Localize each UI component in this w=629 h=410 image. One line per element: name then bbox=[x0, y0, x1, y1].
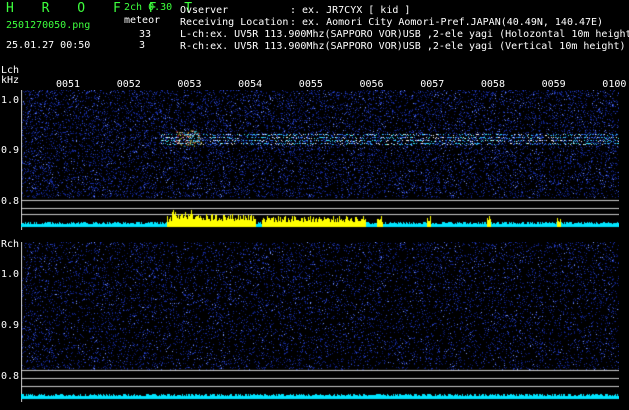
time-tick-0058: 0058 bbox=[480, 79, 505, 90]
time-tick-0053: 0053 bbox=[177, 79, 202, 90]
rch-meteor-count: 3 bbox=[139, 40, 146, 51]
rch-description: R-ch:ex. UV5R 113.900Mhz(SAPPORO VOR)USB… bbox=[180, 41, 626, 52]
time-tick-0059: 0059 bbox=[541, 79, 566, 90]
lch-unit: kHz bbox=[1, 75, 20, 86]
app-brand: H R O F F T bbox=[6, 1, 203, 16]
rch-tick-0-9: 0.9 bbox=[1, 320, 20, 331]
time-tick-0057: 0057 bbox=[420, 79, 445, 90]
location-label: Receiving Location bbox=[180, 17, 289, 28]
observer-value: : ex. JR7CYX [ kid ] bbox=[290, 5, 411, 16]
location-value: : ex. Aomori City Aomori-Pref.JAPAN(40.4… bbox=[290, 17, 604, 28]
time-tick-0054: 0054 bbox=[238, 79, 263, 90]
time-tick-0052: 0052 bbox=[116, 79, 141, 90]
rch-spectrogram bbox=[21, 242, 619, 402]
time-tick-0051: 0051 bbox=[56, 79, 81, 90]
time-tick-0100: 0100 bbox=[602, 79, 627, 90]
timestamp: 25.01.27 00:50 bbox=[6, 40, 91, 51]
lch-meteor-count: 33 bbox=[139, 29, 152, 40]
observer-label: Ovserver bbox=[180, 5, 229, 16]
mode-label: 2ch 0.30 bbox=[124, 2, 173, 13]
rch-label: Rch bbox=[1, 239, 20, 250]
lch-tick-0-9: 0.9 bbox=[1, 145, 20, 156]
rch-tick-1-0: 1.0 bbox=[1, 269, 20, 280]
time-tick-0055: 0055 bbox=[298, 79, 323, 90]
image-filename: 2501270050.png bbox=[6, 20, 91, 31]
lch-spectrogram bbox=[21, 90, 619, 230]
meteor-label: meteor bbox=[124, 15, 161, 26]
time-tick-0056: 0056 bbox=[359, 79, 384, 90]
lch-tick-1-0: 1.0 bbox=[1, 95, 20, 106]
lch-description: L-ch:ex. UV5R 113.900Mhz(SAPPORO VOR)USB… bbox=[180, 29, 629, 40]
lch-tick-0-8: 0.8 bbox=[1, 196, 20, 207]
rch-tick-0-8: 0.8 bbox=[1, 371, 20, 382]
